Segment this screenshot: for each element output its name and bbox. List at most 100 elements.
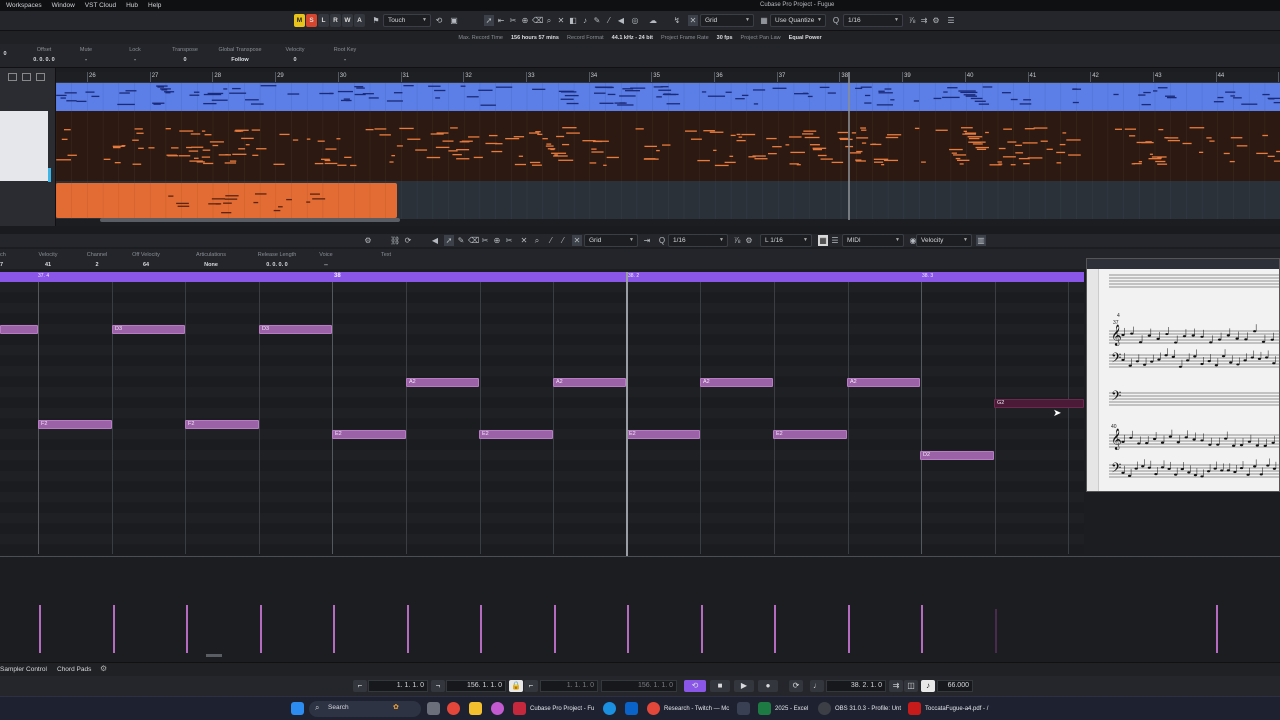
click-icon[interactable]: ◫ [904, 680, 918, 692]
play-tool-icon[interactable]: ◀ [616, 15, 626, 26]
editor-glue-tool-icon[interactable]: ✂ [504, 235, 514, 246]
velocity-bar[interactable] [39, 605, 41, 653]
quantize-settings-icon[interactable]: ⇉ [919, 15, 929, 26]
midi-note[interactable]: D2 [920, 451, 994, 460]
editor-color-icon[interactable]: ▦ [818, 235, 828, 246]
info-offset[interactable]: Offset 0. 0. 0. 0 [22, 47, 66, 63]
glue-tool-icon[interactable]: ⊕ [520, 15, 530, 26]
editor-mute-tool-icon[interactable]: ✕ [519, 235, 529, 246]
taskbar-search[interactable]: ⌕ Search ✿ [309, 701, 421, 717]
selected-track-header[interactable] [0, 111, 48, 181]
velocity-bar[interactable] [995, 609, 997, 653]
zone-divider[interactable] [0, 226, 1280, 234]
record-format-value[interactable]: 44.1 kHz - 24 bit [612, 35, 653, 41]
editor-apply-icon[interactable]: ⚙ [744, 235, 754, 246]
editor-split-tool-icon[interactable]: ⊕ [492, 235, 502, 246]
editor-info-voice[interactable]: Voice -- [314, 252, 338, 268]
editor-trim-tool-icon[interactable]: ✂ [480, 235, 490, 246]
velocity-bar[interactable] [1216, 605, 1218, 653]
punch-in-field[interactable]: 1. 1. 1. 0 [540, 680, 598, 692]
snap-type-select[interactable]: Grid ▼ [700, 14, 754, 27]
track-options-icon[interactable] [22, 73, 31, 81]
editor-settings-icon[interactable]: ⚙ [363, 235, 373, 246]
taskbar-app-excel[interactable]: 2025 - Excel [775, 702, 808, 716]
midi-note[interactable]: A2 [700, 377, 773, 387]
note-display[interactable]: D3 D3 A2 A2 A2 A2 G2 F2 F2 E2 E2 E2 E2 D2 [0, 282, 1084, 554]
editor-layout-icon[interactable]: ▥ [976, 235, 986, 246]
menu-window[interactable]: Window [52, 2, 75, 9]
record-button[interactable]: ● [758, 680, 778, 692]
frame-rate-value[interactable]: 30 fps [717, 35, 733, 41]
tab-chord-pads[interactable]: Chord Pads [57, 666, 91, 673]
pdf-viewer-titlebar[interactable] [1087, 259, 1279, 269]
quantize-mode-select[interactable]: Use Quantize ▼ [770, 14, 826, 27]
editor-iterative-icon[interactable]: ⅞ [732, 235, 742, 246]
task-view-icon[interactable] [427, 702, 440, 715]
editor-loop-icon[interactable]: ⟳ [403, 235, 413, 246]
menu-help[interactable]: Help [148, 2, 161, 9]
left-locator-field[interactable]: 1. 1. 1. 0 [368, 680, 428, 692]
right-locator-field[interactable]: 156. 1. 1. 0 [446, 680, 506, 692]
edge-icon[interactable] [603, 702, 616, 715]
taskbar-app-twitch[interactable]: Research - Twitch — Mc [664, 702, 729, 716]
velocity-bar[interactable] [113, 605, 115, 653]
read-automation-button[interactable]: R [330, 14, 341, 27]
tempo-icon[interactable]: ♪ [921, 680, 935, 692]
editor-erase-tool-icon[interactable]: ⌫ [468, 235, 479, 246]
apply-quantize-icon[interactable]: ⚙ [931, 15, 941, 26]
automation-panel-button[interactable]: A [354, 14, 365, 27]
info-lock[interactable]: Lock - [118, 47, 152, 63]
color-tool-icon[interactable]: ◎ [630, 15, 640, 26]
midi-note[interactable]: E2 [332, 430, 406, 439]
info-root-key[interactable]: Root Key - [328, 47, 362, 63]
editor-quantize-mode-icon[interactable]: ⇥ [642, 235, 652, 246]
position-mode-icon[interactable]: ♩ [810, 680, 824, 692]
cubase-icon[interactable] [513, 702, 526, 715]
split-tool-icon[interactable]: ✂ [508, 15, 518, 26]
erase-tool-icon[interactable]: ⌫ [532, 15, 543, 26]
editor-insert-select[interactable]: MIDI ▼ [842, 234, 904, 247]
automation-mode-select[interactable]: Touch ▼ [383, 14, 431, 27]
editor-list-icon[interactable]: ☰ [830, 235, 840, 246]
midi-note[interactable]: F2 [185, 419, 259, 429]
lane-resize-handle[interactable] [206, 654, 222, 657]
editor-zoom-tool-icon[interactable]: ⌕ [532, 235, 542, 246]
write-automation-button[interactable]: W [342, 14, 353, 27]
taskbar-app-pdf[interactable]: ToccataFugue-a4.pdf - / [925, 702, 988, 716]
iterative-quantize-icon[interactable]: ⅞ [907, 15, 917, 26]
comp-tool-icon[interactable]: ◧ [568, 15, 578, 26]
editor-line-tool-icon[interactable]: ⁄ [546, 235, 556, 246]
midi-part-lane-brown[interactable] [56, 111, 1280, 181]
left-locator-icon[interactable]: ⌐ [353, 680, 367, 692]
grid-snap-icon[interactable]: ✕ [688, 15, 698, 26]
windows-start-icon[interactable] [291, 702, 304, 715]
midi-note[interactable]: D3 [259, 325, 332, 334]
pan-law-value[interactable]: Equal Power [789, 35, 822, 41]
mute-all-button[interactable]: M [294, 14, 305, 27]
listen-button[interactable]: L [318, 14, 329, 27]
editor-info-velocity[interactable]: Velocity 41 [32, 252, 64, 268]
chrome-icon[interactable] [447, 702, 460, 715]
line-tool-icon[interactable]: ⁄ [604, 15, 614, 26]
stop-button[interactable]: ■ [710, 680, 730, 692]
key-editor-ruler[interactable]: 37. 4 38 38. 2 38. 3 [0, 272, 1084, 282]
solo-all-button[interactable]: S [306, 14, 317, 27]
app-icon[interactable] [491, 702, 504, 715]
menu-hub[interactable]: Hub [126, 2, 138, 9]
editor-info-off-velocity[interactable]: Off Velocity 64 [124, 252, 168, 268]
time-warp-icon[interactable]: ♪ [580, 15, 590, 26]
lock-icon[interactable]: 🔒 [509, 680, 523, 692]
draw-tool-icon[interactable]: ✎ [592, 15, 602, 26]
autoscroll-icon[interactable]: ⟲ [434, 15, 444, 26]
velocity-bar[interactable] [627, 605, 629, 653]
pdf-viewer-window[interactable]: 𝄞 𝄢 𝄢 𝄞 𝄢 4 37 40 [1086, 258, 1280, 492]
punch-out-field[interactable]: 156. 1. 1. 0 [601, 680, 677, 692]
pdf-reader-icon[interactable] [908, 702, 921, 715]
editor-time-warp-icon[interactable]: ⁄ [558, 235, 568, 246]
midi-note[interactable]: A2 [847, 377, 920, 387]
editor-select-tool-icon[interactable]: ➚ [444, 235, 454, 246]
editor-autoscroll-icon[interactable]: ◀ [430, 235, 440, 246]
track-add-icon[interactable] [8, 73, 17, 81]
range-tool-icon[interactable]: ⇤ [496, 15, 506, 26]
follow-icon[interactable]: ⇉ [889, 680, 903, 692]
